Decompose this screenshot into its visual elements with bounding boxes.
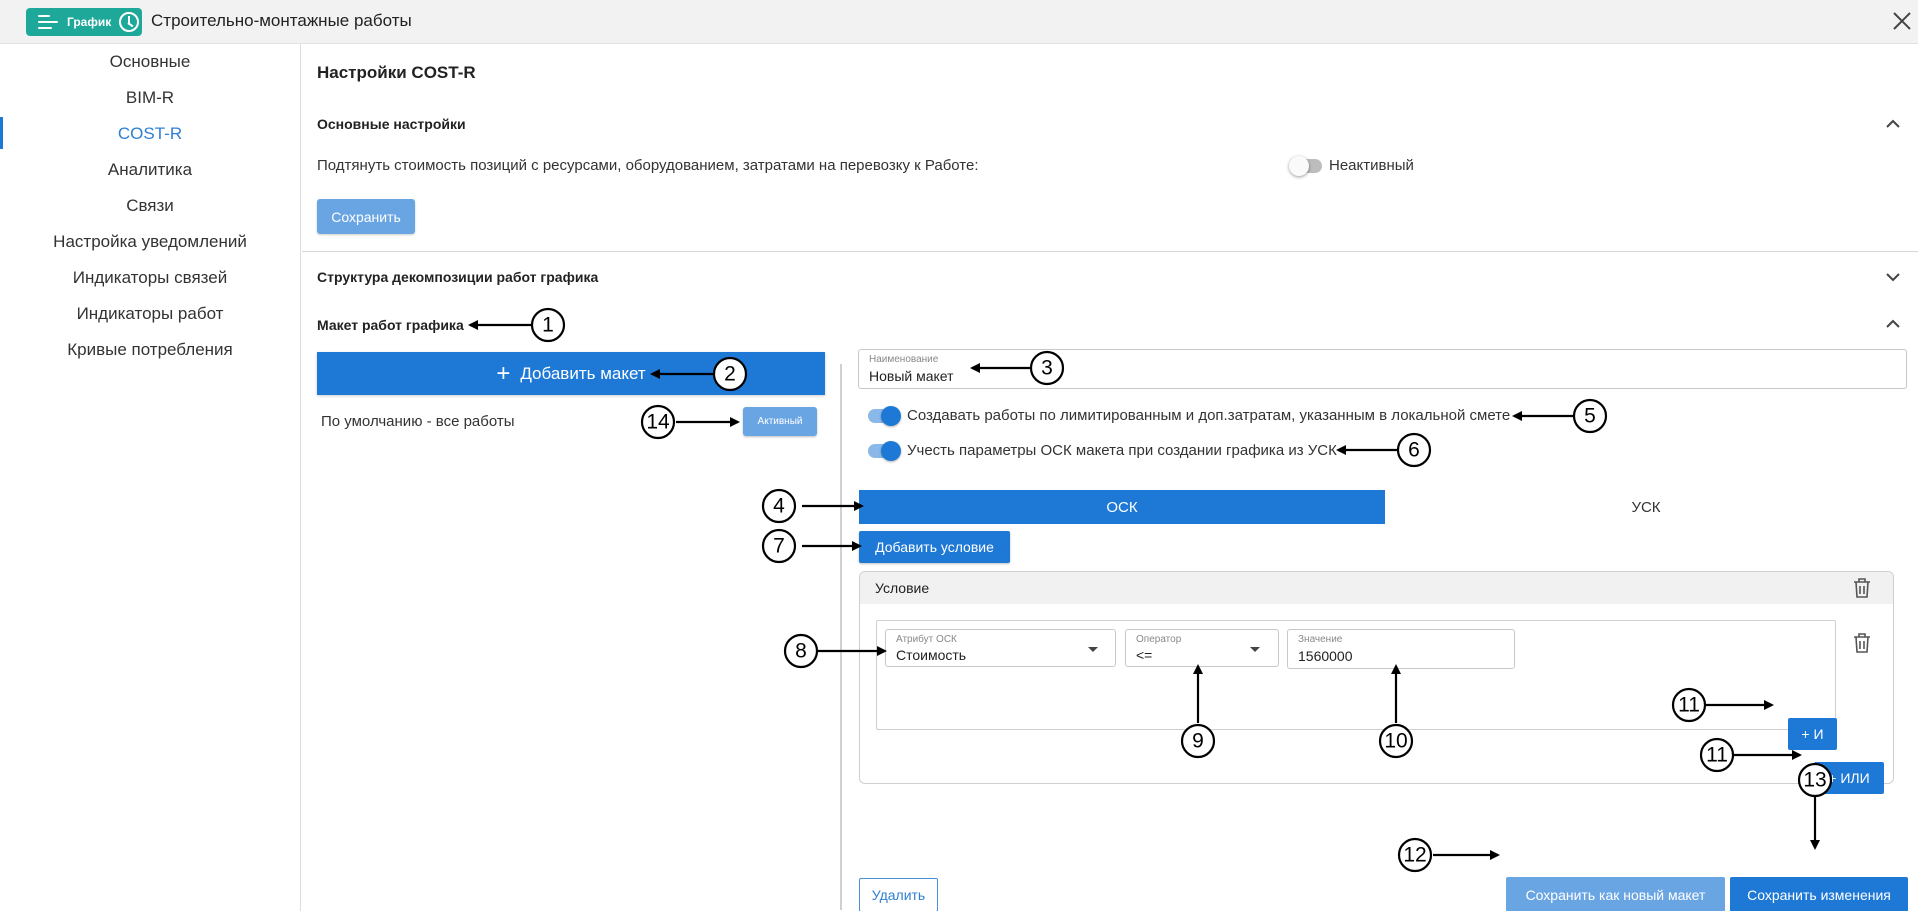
add-layout-button[interactable]: + Добавить макет (317, 352, 825, 395)
condition-card: Условие Атрибут ОСК Стоимость Оператор <… (859, 571, 1894, 784)
layout-name-field[interactable]: Наименование Новый макет (858, 349, 1907, 389)
menu-icon (38, 14, 58, 30)
attribute-label: Атрибут ОСК (896, 634, 957, 645)
save-changes-button[interactable]: Сохранить изменения (1730, 877, 1908, 911)
section-title-basic: Основные настройки (317, 116, 466, 132)
sidebar-item-consumption-curves[interactable]: Кривые потребления (0, 340, 300, 360)
page-title: Настройки COST-R (317, 63, 476, 82)
setting-label: Подтянуть стоимость позиций с ресурсами,… (317, 157, 979, 174)
app-title: Строительно-монтажные работы (151, 11, 412, 30)
active-badge-button[interactable]: Активный (743, 407, 817, 436)
plus-icon: + (496, 359, 511, 387)
sidebar-item-bim-r[interactable]: BIM-R (0, 88, 300, 108)
chevron-up-icon[interactable] (1886, 319, 1900, 329)
section-title-wbs: Структура декомпозиции работ графика (317, 269, 599, 285)
operator-select[interactable]: Оператор <= (1125, 629, 1279, 667)
close-icon[interactable] (1890, 9, 1914, 33)
divider (302, 251, 1918, 252)
chevron-down-icon[interactable] (1886, 272, 1900, 282)
sidebar-item-notifications[interactable]: Настройка уведомлений (0, 232, 300, 252)
condition-title: Условие (875, 580, 930, 596)
pull-cost-toggle[interactable] (1289, 156, 1322, 176)
limited-costs-toggle[interactable] (868, 406, 901, 426)
attribute-value: Стоимость (896, 647, 967, 663)
operator-label: Оператор (1136, 634, 1182, 645)
sidebar-item-analytics[interactable]: Аналитика (0, 160, 300, 180)
toggle-status-text: Неактивный (1329, 157, 1414, 174)
add-condition-button[interactable]: Добавить условие (859, 531, 1010, 563)
tab-usk[interactable]: УСК (1385, 490, 1907, 524)
vertical-divider (840, 364, 842, 910)
add-layout-label: Добавить макет (520, 363, 646, 383)
osk-attribute-select[interactable]: Атрибут ОСК Стоимость (885, 629, 1116, 667)
osk-params-toggle[interactable] (868, 441, 901, 461)
value-label: Значение (1298, 634, 1343, 645)
add-or-button[interactable]: + ИЛИ (1814, 762, 1884, 794)
tab-osk[interactable]: ОСК (859, 490, 1385, 524)
save-button[interactable]: Сохранить (317, 199, 415, 234)
sidebar-item-work-indicators[interactable]: Индикаторы работ (0, 304, 300, 324)
sidebar-item-cost-r[interactable]: COST-R (0, 124, 300, 144)
option-osk-params-label: Учесть параметры ОСК макета при создании… (907, 442, 1337, 459)
operator-value: <= (1136, 647, 1153, 663)
chevron-down-icon (1088, 647, 1098, 652)
sidebar-item-basic[interactable]: Основные (0, 52, 300, 72)
app-badge-label: График (67, 15, 112, 29)
delete-button[interactable]: Удалить (859, 878, 938, 911)
sidebar-item-link-indicators[interactable]: Индикаторы связей (0, 268, 300, 288)
name-field-label: Наименование (869, 354, 939, 365)
chevron-down-icon (1250, 647, 1260, 652)
main-content: Настройки COST-R Основные настройки Подт… (302, 44, 1918, 911)
sidebar: Основные BIM-R COST-R Аналитика Связи На… (0, 44, 301, 911)
condition-group: Атрибут ОСК Стоимость Оператор <= Значен… (876, 620, 1836, 730)
add-and-button[interactable]: + И (1788, 718, 1837, 750)
chevron-up-icon[interactable] (1886, 119, 1900, 129)
clock-icon (119, 12, 140, 32)
condition-header: Условие (860, 572, 1893, 604)
trash-icon[interactable] (1852, 632, 1872, 654)
section-title-layout: Макет работ графика (317, 317, 464, 333)
name-field-value: Новый макет (869, 368, 954, 384)
layout-list-item-default[interactable]: По умолчанию - все работы (321, 413, 515, 430)
sidebar-item-links[interactable]: Связи (0, 196, 300, 216)
value-text: 1560000 (1298, 648, 1353, 664)
value-input[interactable]: Значение 1560000 (1287, 629, 1515, 669)
top-bar: График Строительно-монтажные работы (0, 0, 1918, 44)
app-switcher-button[interactable]: График (26, 8, 142, 36)
save-as-new-button[interactable]: Сохранить как новый макет (1506, 877, 1725, 911)
trash-icon[interactable] (1852, 577, 1872, 599)
option-limited-costs-label: Создавать работы по лимитированным и доп… (907, 407, 1511, 424)
